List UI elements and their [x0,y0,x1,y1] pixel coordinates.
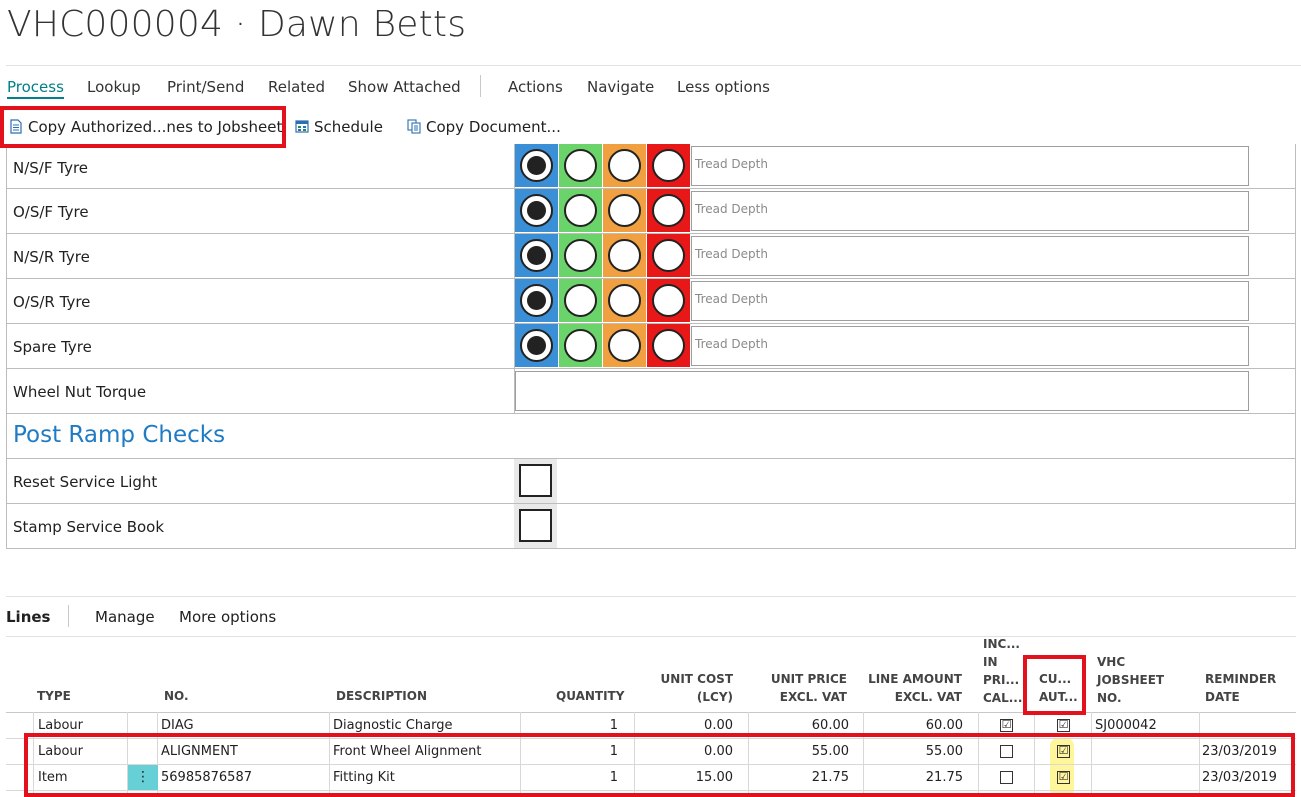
status-green-radio[interactable] [559,279,602,322]
tyre-row-osr: O/S/R Tyre Tread Depth [7,279,1295,324]
copy-icon [407,119,421,134]
radio-selected-dot [527,156,546,175]
schedule-button[interactable]: Schedule [295,118,383,136]
copy-document-button[interactable]: Copy Document... [407,118,561,136]
title-divider [6,65,1301,66]
status-amber-radio[interactable] [603,144,646,187]
lines-menu-separator [68,605,69,627]
page-title: VHC000004 · Dawn Betts [7,4,467,45]
col-line-amount-header[interactable]: LINE AMOUNT EXCL. VAT [868,670,962,706]
wheel-nut-torque-row: Wheel Nut Torque [7,369,1295,414]
radio-selected-dot [527,291,546,310]
tyre-label: N/S/F Tyre [13,159,89,177]
status-green-radio[interactable] [559,189,602,232]
tyre-label: Spare Tyre [13,338,92,356]
col-include-price-calc-header[interactable]: INC... IN PRI... CAL... [983,635,1022,707]
customer-authorized-checkbox[interactable]: ☑ [1057,719,1070,732]
cell-type: Labour [38,718,83,733]
post-ramp-checks-title: Post Ramp Checks [13,422,226,448]
schedule-label: Schedule [314,118,383,136]
copy-document-label: Copy Document... [426,118,561,136]
radio-selected-dot [527,336,546,355]
status-blue-radio[interactable] [515,189,558,232]
status-red-radio[interactable] [647,324,690,367]
reset-service-light-label: Reset Service Light [13,473,158,491]
tread-depth-input[interactable]: Tread Depth [691,191,1249,231]
status-green-radio[interactable] [559,324,602,367]
include-price-checkbox[interactable]: ☑ [1000,719,1013,732]
col-description-header[interactable]: DESCRIPTION [336,687,427,705]
tab-related[interactable]: Related [268,78,325,96]
tab-lookup[interactable]: Lookup [87,78,141,96]
col-no-header[interactable]: NO. [164,687,189,705]
tab-less-options[interactable]: Less options [677,78,770,96]
tab-navigate[interactable]: Navigate [587,78,654,96]
status-red-radio[interactable] [647,234,690,277]
lines-divider [6,596,1296,597]
reset-service-light-checkbox[interactable] [519,464,552,497]
stamp-service-book-checkbox[interactable] [519,509,552,542]
status-red-radio[interactable] [647,189,690,232]
status-amber-radio[interactable] [603,324,646,367]
col-vhc-jobsheet-no-header[interactable]: VHC JOBSHEET NO. [1097,653,1164,707]
cell-description: Diagnostic Charge [333,718,453,733]
status-amber-radio[interactable] [603,189,646,232]
status-green-radio[interactable] [559,144,602,187]
cell-jobsheet-no: SJ000042 [1095,718,1157,733]
tyre-label: N/S/R Tyre [13,248,90,266]
post-ramp-header-row: Post Ramp Checks [7,414,1295,459]
annotation-box-copy-authorized [0,106,286,148]
tab-more-options[interactable]: More options [179,608,276,626]
status-blue-radio[interactable] [515,324,558,367]
col-unit-cost-header[interactable]: UNIT COST (LCY) [661,670,733,706]
tread-depth-input[interactable]: Tread Depth [691,281,1249,321]
stamp-service-book-row: Stamp Service Book [7,504,1295,549]
radio-selected-dot [527,201,546,220]
tab-actions[interactable]: Actions [508,78,563,96]
reset-service-light-row: Reset Service Light [7,459,1295,504]
status-blue-radio[interactable] [515,144,558,187]
stamp-service-book-label: Stamp Service Book [13,518,165,536]
cell-unit-price: 60.00 [811,718,849,733]
cell-no: DIAG [161,718,194,733]
status-blue-radio[interactable] [515,234,558,277]
tab-print-send[interactable]: Print/Send [167,78,244,96]
tread-depth-input[interactable]: Tread Depth [691,236,1249,276]
status-green-radio[interactable] [559,234,602,277]
cell-line-amount: 60.00 [925,718,963,733]
wheel-nut-torque-label: Wheel Nut Torque [13,383,147,401]
cell-quantity: 1 [609,718,618,733]
tab-show-attached[interactable]: Show Attached [348,78,461,96]
tyre-label: O/S/F Tyre [13,203,89,221]
tread-depth-input[interactable]: Tread Depth [691,146,1249,186]
vhc-checks-form: N/S/F Tyre Tread Depth O/S/F Tyre Tread … [6,144,1296,549]
col-type-header[interactable]: TYPE [37,687,71,705]
cell-unit-cost: 0.00 [704,718,733,733]
status-amber-radio[interactable] [603,234,646,277]
tyre-label: O/S/R Tyre [13,293,91,311]
col-reminder-date-header[interactable]: REMINDER DATE [1205,670,1276,706]
annotation-box-new-lines [24,733,1295,797]
lines-header-divider [6,636,1296,637]
radio-selected-dot [527,246,546,265]
menu-separator [480,75,481,97]
calendar-icon [295,120,309,133]
tyre-row-osf: O/S/F Tyre Tread Depth [7,189,1295,234]
status-red-radio[interactable] [647,279,690,322]
annotation-box-cust-auth-header [1023,655,1086,715]
status-red-radio[interactable] [647,144,690,187]
status-blue-radio[interactable] [515,279,558,322]
tread-depth-input[interactable]: Tread Depth [691,326,1249,366]
tab-process[interactable]: Process [7,78,64,99]
tyre-row-nsr: N/S/R Tyre Tread Depth [7,234,1295,279]
tyre-row-nsf: N/S/F Tyre Tread Depth [7,144,1295,189]
tyre-row-spare: Spare Tyre Tread Depth [7,324,1295,369]
status-amber-radio[interactable] [603,279,646,322]
wheel-nut-torque-input[interactable] [515,371,1249,411]
tab-lines[interactable]: Lines [6,608,50,626]
col-unit-price-header[interactable]: UNIT PRICE EXCL. VAT [771,670,847,706]
col-quantity-header[interactable]: QUANTITY [556,687,624,705]
tab-manage[interactable]: Manage [95,608,155,626]
